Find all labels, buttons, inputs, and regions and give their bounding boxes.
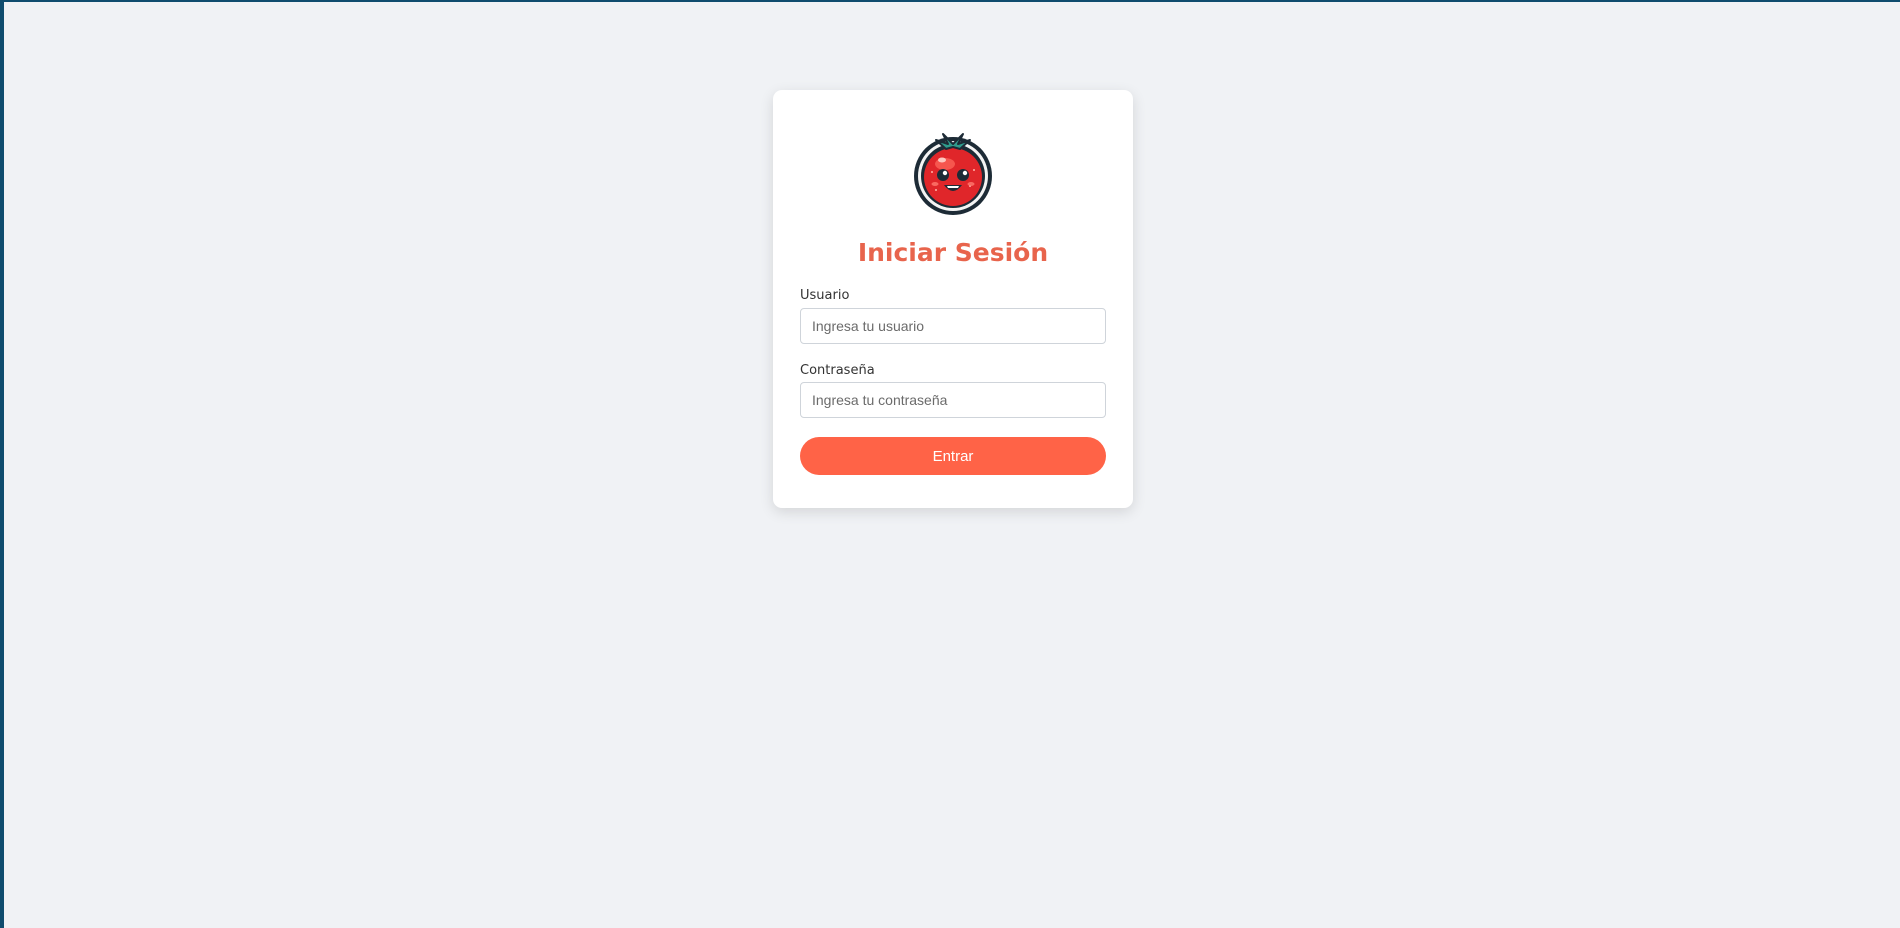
username-label: Usuario — [800, 288, 850, 303]
password-label: Contraseña — [800, 363, 875, 378]
password-input[interactable] — [800, 382, 1106, 418]
login-button[interactable]: Entrar — [800, 437, 1106, 475]
page-title: Iniciar Sesión — [857, 238, 1049, 267]
login-card: Iniciar Sesión Usuario Contraseña Entrar — [773, 90, 1133, 508]
username-input[interactable] — [800, 308, 1106, 344]
tomato-mascot-icon — [912, 130, 994, 216]
page-background: Iniciar Sesión Usuario Contraseña Entrar — [4, 2, 1900, 928]
